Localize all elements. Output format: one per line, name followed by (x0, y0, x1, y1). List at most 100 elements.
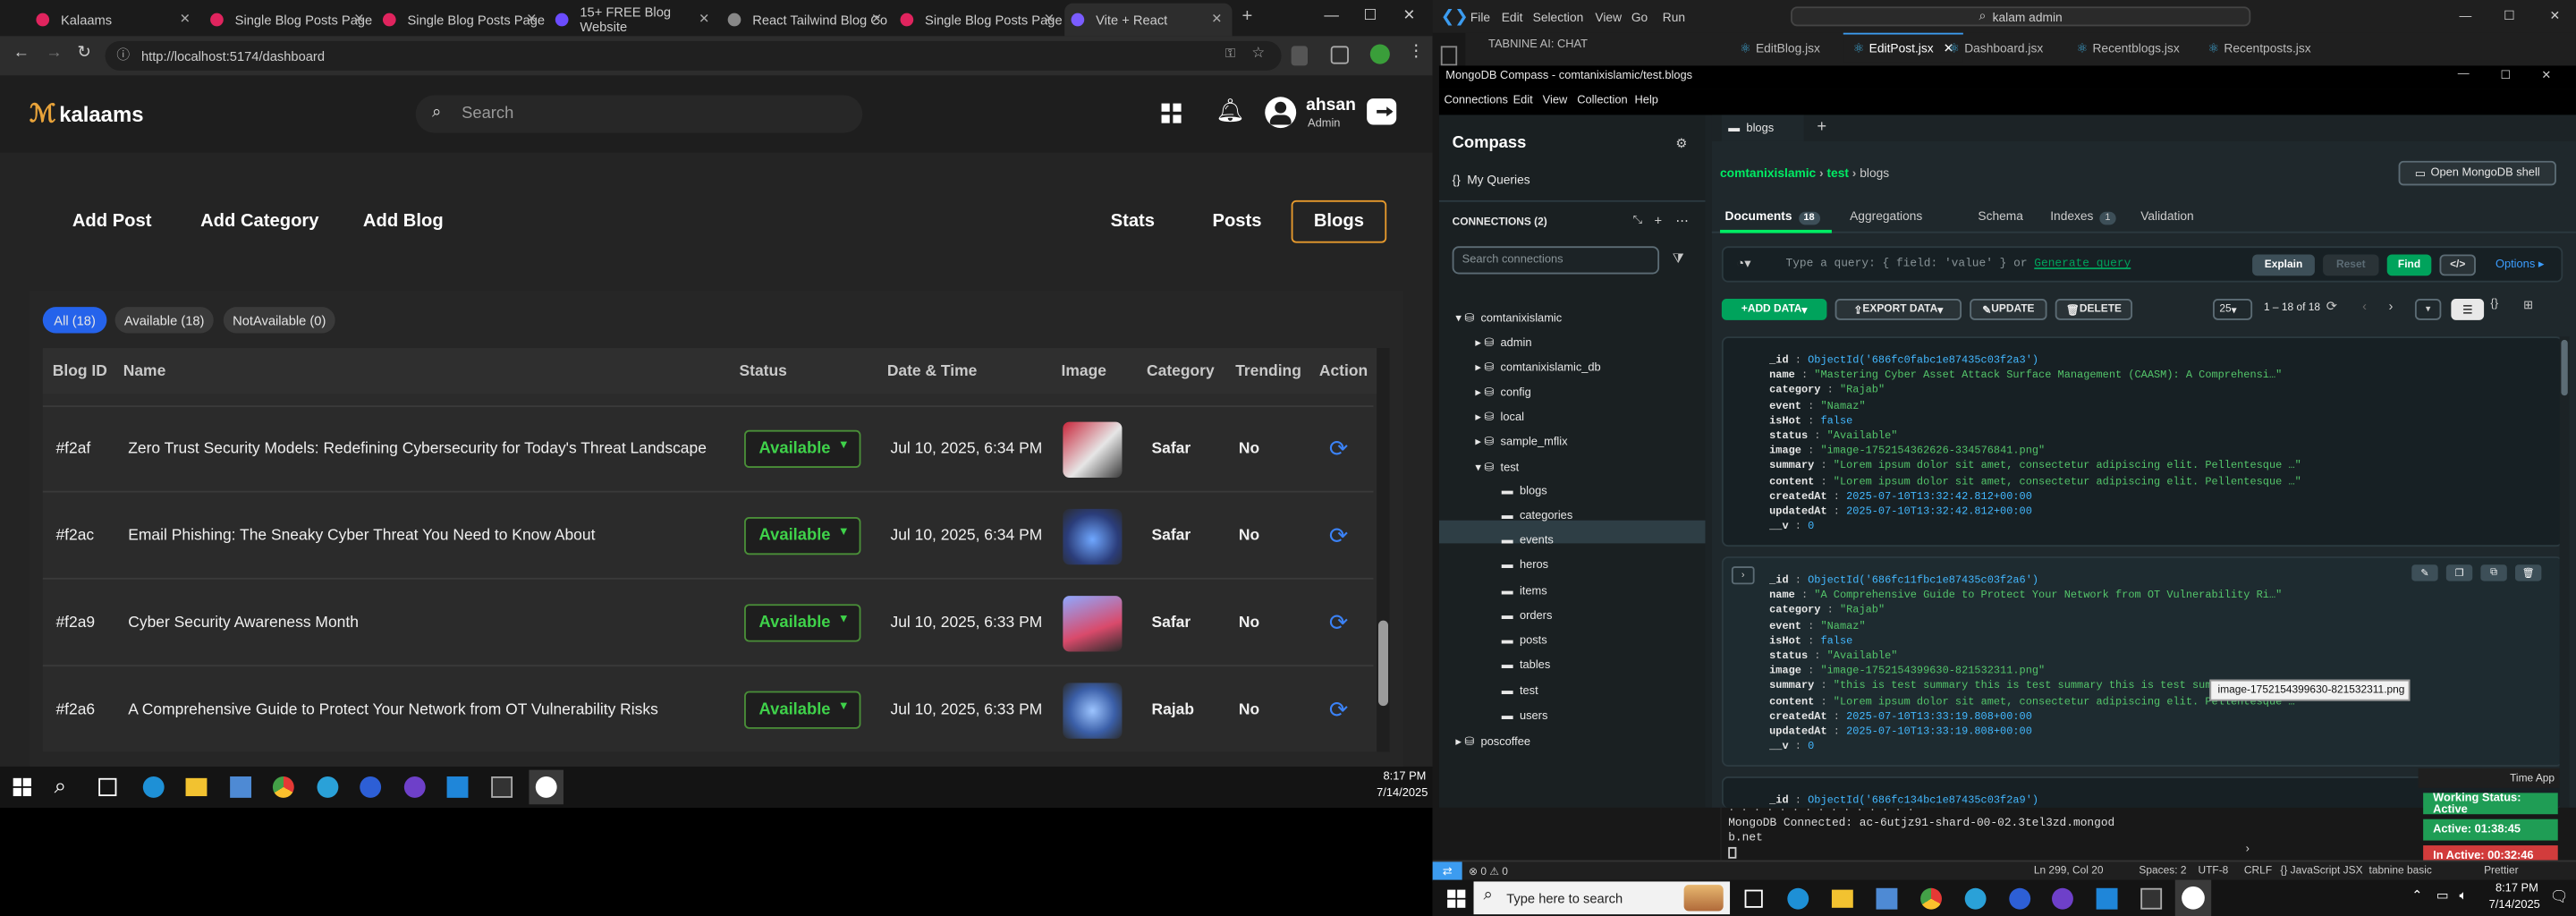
minimize-icon[interactable]: — (1324, 6, 1339, 22)
query-history-icon[interactable]: ◔▾ (1736, 256, 1750, 271)
close-tab-icon[interactable]: ✕ (526, 12, 537, 27)
tree-item[interactable]: ▸ ⛁ admin (1475, 336, 1531, 350)
menu-file[interactable]: File (1470, 10, 1490, 25)
menu-connections[interactable]: Connections (1444, 95, 1507, 106)
filter-all[interactable]: All (18) (42, 307, 107, 334)
chrome-icon[interactable] (272, 776, 294, 798)
editor-tab[interactable]: ⚛ EditBlog.jsx (1740, 33, 1820, 63)
cursor-position[interactable]: Ln 299, Col 20 (2034, 865, 2104, 877)
vscode-icon[interactable] (2096, 887, 2118, 910)
app-icon[interactable] (1964, 887, 1987, 910)
github-icon[interactable] (2052, 887, 2073, 910)
tab-blogs[interactable]: ▬ blogs (1721, 114, 1804, 141)
list-view-icon[interactable]: ☰ (2451, 298, 2485, 320)
browser-tab[interactable]: Single Blog Posts Page ✕ (894, 4, 1064, 37)
expand-document-icon[interactable]: › (1731, 566, 1755, 585)
tree-item[interactable]: ▾ ⛁ comtanixislamic (1455, 312, 1562, 326)
tree-item[interactable]: ▬ users (1502, 711, 1548, 723)
next-page-icon[interactable]: › (2389, 299, 2394, 314)
menu-edit[interactable]: Edit (1502, 10, 1523, 25)
apps-grid-icon[interactable] (1161, 103, 1182, 123)
terminal-icon[interactable] (491, 776, 513, 798)
menu-view[interactable]: View (1595, 10, 1622, 25)
query-input[interactable]: Type a query: { field: 'value' } or Gene… (1785, 258, 2131, 271)
reload-icon[interactable]: ↻ (77, 45, 90, 63)
browser-tab[interactable]: 15+ FREE Blog Website ✕ (548, 4, 719, 37)
prettier-status[interactable]: Prettier (2484, 865, 2518, 877)
tree-item[interactable]: ▸ ⛁ poscoffee (1455, 735, 1530, 749)
add-category-button[interactable]: Add Category (200, 212, 318, 232)
password-key-icon[interactable]: ⚿ (1225, 46, 1235, 62)
site-search-input[interactable]: ⌕ Search (415, 95, 863, 133)
maximize-icon[interactable]: ☐ (2500, 69, 2511, 82)
close-tab-icon[interactable]: ✕ (353, 12, 364, 27)
task-view-icon[interactable] (98, 777, 117, 797)
windows-start-icon[interactable] (13, 777, 31, 797)
chrome-icon[interactable] (1920, 887, 1942, 910)
store-icon[interactable] (230, 776, 252, 798)
refresh-icon[interactable]: ⟳ (1329, 405, 1349, 492)
close-tab-icon[interactable]: ✕ (699, 12, 709, 27)
document-card[interactable]: _id : ObjectId('686fc11fbc1e87435c03f2a6… (1721, 556, 2563, 767)
status-select[interactable]: Available ▼ (744, 691, 861, 729)
back-icon[interactable]: ← (13, 45, 30, 63)
close-tab-icon[interactable]: ✕ (1044, 12, 1055, 27)
language-mode[interactable]: {} JavaScript JSX (2280, 865, 2362, 877)
prev-page-icon[interactable]: ‹ (2362, 299, 2367, 314)
tree-item[interactable]: ▾ ⛁ test (1475, 462, 1519, 474)
find-button[interactable]: Find (2386, 254, 2432, 276)
logout-icon[interactable] (1367, 98, 1397, 125)
tree-item[interactable]: ▬ events (1502, 535, 1554, 547)
browser-tab[interactable]: Single Blog Posts Page ✕ (204, 4, 375, 37)
menu-go[interactable]: Go (1631, 10, 1648, 25)
documents-scrollbar[interactable] (2559, 336, 2570, 808)
status-select[interactable]: Available ▼ (744, 604, 861, 642)
browser-tab[interactable]: React Tailwind Blog Co ✕ (721, 4, 892, 37)
posts-button[interactable]: Posts (1212, 212, 1261, 232)
clone-icon[interactable]: ⧉ (2480, 564, 2507, 581)
menu-view[interactable]: View (1543, 95, 1568, 106)
profile-avatar[interactable] (1369, 44, 1390, 64)
add-blog-button[interactable]: Add Blog (363, 212, 444, 232)
bookmark-star-icon[interactable]: ☆ (1251, 45, 1265, 63)
menu-help[interactable]: Help (1635, 95, 1658, 106)
tree-item[interactable]: ▸ ⛁ config (1475, 386, 1530, 399)
line-ending[interactable]: CRLF (2244, 865, 2272, 877)
edge-icon[interactable] (142, 776, 165, 798)
notifications-icon[interactable]: 🗨︎ (2550, 888, 2569, 906)
close-window-icon[interactable]: ✕ (2550, 8, 2561, 23)
tree-item[interactable]: ▸ ⛁ comtanixislamic_db (1475, 361, 1600, 375)
menu-collection[interactable]: Collection (1577, 95, 1627, 106)
options-button[interactable]: Options ▸ (2496, 258, 2544, 271)
collapse-icon[interactable]: ⤡ (1633, 215, 1642, 228)
more-icon[interactable]: ⋯ (1675, 214, 1689, 229)
tray-chevron-icon[interactable]: ⌃ (2411, 888, 2422, 903)
file-explorer-icon[interactable] (185, 777, 208, 797)
tree-item[interactable]: ▬ test (1502, 686, 1538, 698)
subtab-aggregations[interactable]: Aggregations (1850, 208, 1922, 224)
minimize-icon[interactable]: — (2458, 69, 2470, 81)
json-view-icon[interactable]: {} (2490, 299, 2498, 310)
stats-button[interactable]: Stats (1111, 212, 1155, 232)
refresh-icon[interactable]: ⟳ (1329, 580, 1349, 666)
task-view-icon[interactable] (1744, 889, 1763, 908)
close-tab-icon[interactable]: ✕ (180, 12, 191, 27)
active-app-tile[interactable] (2174, 879, 2212, 916)
zoom-icon[interactable] (2009, 887, 2031, 910)
windows-start-icon[interactable] (1447, 889, 1466, 908)
menu-edit[interactable]: Edit (1513, 95, 1533, 106)
subtab-documents[interactable]: Documents 18 (1725, 208, 1820, 225)
subtab-indexes[interactable]: Indexes 1 (2050, 208, 2115, 225)
minimize-icon[interactable]: — (2460, 8, 2472, 23)
add-data-button[interactable]: + ADD DATA ▾ (1721, 298, 1827, 320)
zoom-icon[interactable] (360, 776, 382, 798)
expand-all-icon[interactable]: ▾ (2414, 298, 2442, 320)
extension-icon[interactable] (1291, 46, 1309, 66)
sidepanel-icon[interactable] (1330, 46, 1349, 64)
browser-tab-active[interactable]: Vite + React ✕ (1064, 3, 1233, 37)
editor-tab[interactable]: ⚛ Dashboard.jsx (1948, 33, 2043, 63)
app-icon[interactable] (317, 776, 339, 798)
new-tab-icon[interactable]: + (1242, 6, 1253, 26)
volume-icon[interactable]: 🔈︎ (2460, 888, 2468, 904)
terminal-icon[interactable] (2140, 887, 2163, 910)
